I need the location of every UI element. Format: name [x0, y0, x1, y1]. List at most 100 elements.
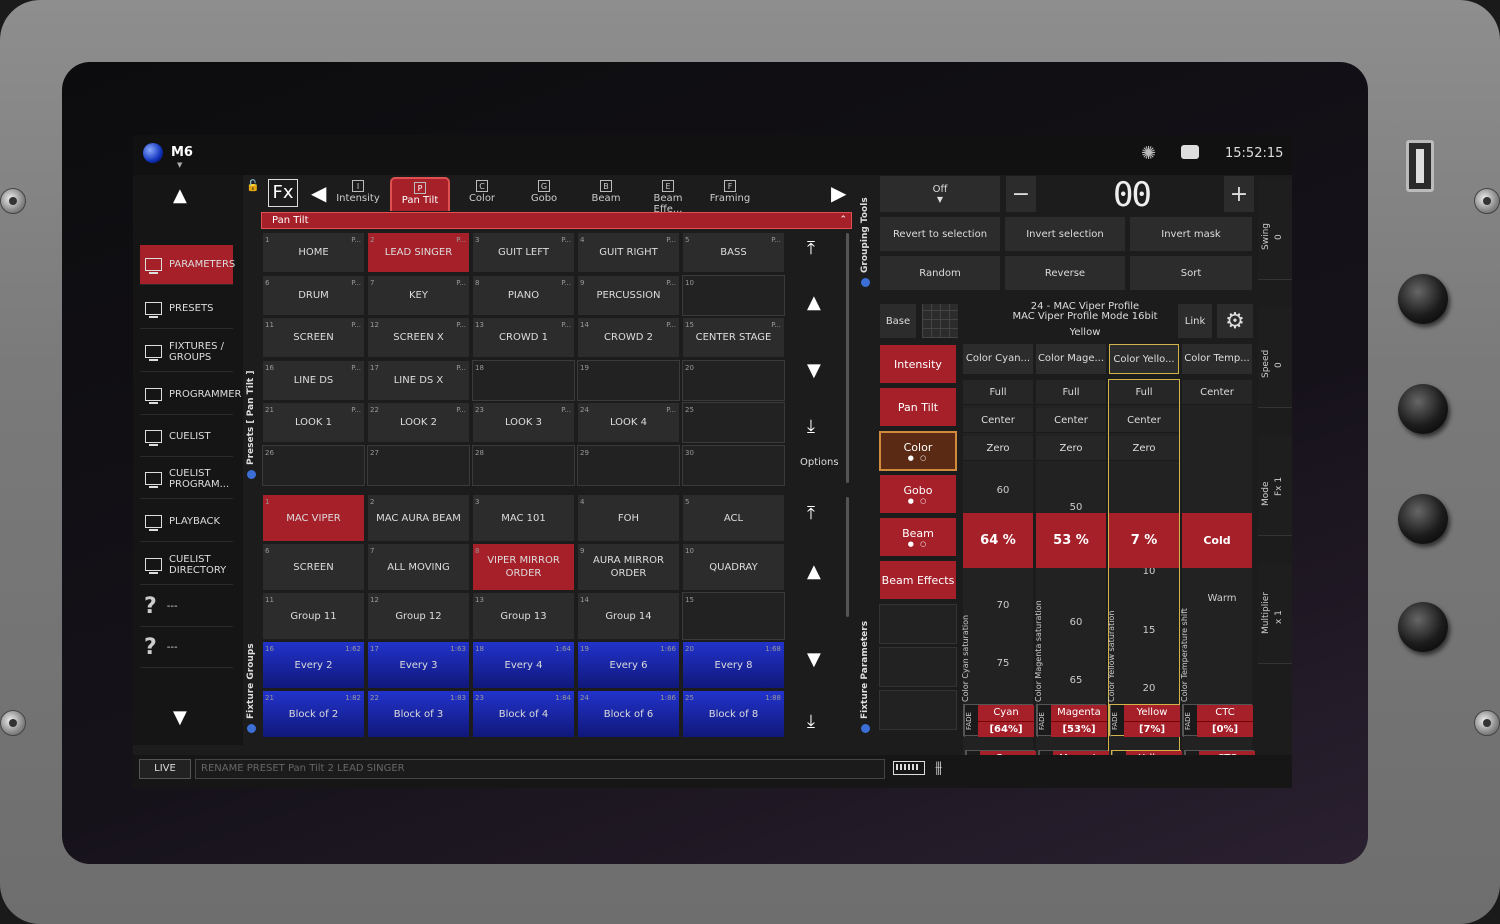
param-empty-2[interactable] [879, 690, 957, 730]
param-empty-1[interactable] [879, 647, 957, 687]
fader-preset-button[interactable]: Center [1109, 408, 1179, 433]
presetgrid-cell[interactable]: 3 P... GUIT LEFT [472, 232, 575, 273]
groupgrid-cell[interactable]: 2 MAC AURA BEAM [367, 494, 470, 542]
message-icon[interactable] [1181, 145, 1199, 159]
keyboard-icon[interactable] [893, 761, 925, 775]
groupgrid-cell[interactable]: 8 VIPER MIRROR ORDER [472, 543, 575, 591]
groups-scroll-up-icon[interactable]: ▲ [807, 561, 821, 582]
tab-0[interactable]: I Intensity [328, 177, 388, 211]
presetgrid-cell[interactable]: 6 P... DRUM [262, 274, 365, 316]
groupgrid-cell[interactable]: 7 ALL MOVING [367, 543, 470, 591]
presetgrid-cell[interactable]: 25 [682, 402, 785, 443]
groupgrid-cell[interactable]: 10 QUADRAY [682, 543, 785, 591]
plus-button[interactable]: + [1223, 175, 1255, 213]
groupgrid-cell[interactable]: 9 AURA MIRROR ORDER [577, 543, 680, 591]
groupgrid-cell[interactable]: 19 1:66 Every 6 [577, 641, 680, 689]
nav-item-2[interactable]: FIXTURES / GROUPS [140, 332, 233, 372]
presetgrid-cell[interactable]: 1 P... HOME [262, 232, 365, 273]
encoder-2[interactable]: Mode Fx 1 [1258, 436, 1292, 536]
tab-1[interactable]: P Pan Tilt [390, 177, 450, 211]
groupgrid-cell[interactable]: 4 FOH [577, 494, 680, 542]
fader-chip-2[interactable]: FADE Yellow [7%] [1109, 704, 1180, 737]
fader-header-3[interactable]: Color Temp... [1182, 344, 1252, 374]
presetgrid-cell[interactable]: 28 [472, 444, 575, 486]
reverse-button[interactable]: Reverse [1004, 255, 1126, 291]
tab-5[interactable]: E Beam Effe... [638, 177, 698, 215]
groupgrid-cell[interactable]: 17 1:63 Every 3 [367, 641, 470, 689]
presetgrid-cell[interactable]: 10 [682, 274, 785, 316]
settings-gear-icon[interactable]: ⚙ [1216, 303, 1254, 339]
revert-selection-button[interactable]: Revert to selection [879, 216, 1001, 252]
presetgrid-cell[interactable]: 17 P... LINE DS X [367, 359, 470, 401]
presetgrid-cell[interactable]: 26 [262, 444, 365, 486]
groupgrid-cell[interactable]: 1 MAC VIPER [262, 494, 365, 542]
fader-preset-button[interactable]: Center [963, 408, 1033, 433]
tab-6[interactable]: F Framing [700, 177, 760, 211]
param-button-4[interactable]: Beam ● ○ [879, 517, 957, 557]
fader-preset-button[interactable]: Zero [1036, 436, 1106, 461]
encoder-3[interactable]: Multiplier x 1 [1258, 564, 1292, 664]
presetgrid-cell[interactable]: 16 P... LINE DS [262, 359, 365, 401]
presetgrid-cell[interactable]: 19 [577, 359, 680, 401]
nav-item-4[interactable]: CUELIST [140, 417, 233, 457]
groupgrid-cell[interactable]: 13 Group 13 [472, 592, 575, 640]
presetgrid-cell[interactable]: 29 [577, 444, 680, 486]
command-line-input[interactable]: RENAME PRESET Pan Tilt 2 LEAD SINGER [195, 759, 885, 779]
presets-scrollbar[interactable] [846, 233, 849, 483]
groupgrid-cell[interactable]: 16 1:62 Every 2 [262, 641, 365, 689]
presetgrid-cell[interactable]: 30 [682, 444, 785, 486]
scroll-top-icon[interactable]: ⤒ [807, 238, 815, 259]
param-button-1[interactable]: Pan Tilt [879, 387, 957, 427]
options-button[interactable]: Options [800, 457, 839, 468]
grid-view-icon[interactable] [921, 303, 959, 339]
presetgrid-cell[interactable]: 27 [367, 444, 470, 486]
fader-preset-button[interactable]: Full [1036, 380, 1106, 405]
collapse-icon[interactable]: ⌃ [839, 213, 847, 228]
groupgrid-cell[interactable]: 20 1:68 Every 8 [682, 641, 785, 689]
param-button-5[interactable]: Beam Effects [879, 560, 957, 600]
tabs-right-arrow-icon[interactable]: ▶ [831, 181, 846, 205]
nav-item-7[interactable]: CUELIST DIRECTORY [140, 545, 233, 585]
app-title[interactable]: M6 [171, 145, 193, 160]
presetgrid-cell[interactable]: 2 P... LEAD SINGER [367, 232, 470, 273]
presetgrid-cell[interactable]: 7 P... KEY [367, 274, 470, 316]
presetgrid-cell[interactable]: 21 P... LOOK 1 [262, 402, 365, 443]
off-dropdown[interactable]: Off ▼ [879, 175, 1001, 213]
encoder-1[interactable]: Speed 0 [1258, 308, 1292, 408]
app-logo-icon[interactable] [143, 143, 163, 163]
presetgrid-cell[interactable]: 22 P... LOOK 2 [367, 402, 470, 443]
scroll-up-icon[interactable]: ▲ [807, 292, 821, 313]
groupgrid-cell[interactable]: 23 1:84 Block of 4 [472, 690, 575, 738]
tabs-left-arrow-icon[interactable]: ◀ [311, 181, 326, 205]
groups-scroll-bottom-icon[interactable]: ⤓ [807, 711, 815, 732]
presetgrid-cell[interactable]: 24 P... LOOK 4 [577, 402, 680, 443]
fader-preset-button[interactable]: Center [1182, 380, 1252, 405]
param-empty-0[interactable] [879, 604, 957, 644]
nav-item-8[interactable]: ? --- [140, 587, 233, 627]
scroll-down-icon[interactable]: ▼ [807, 360, 821, 381]
groupgrid-cell[interactable]: 24 1:86 Block of 6 [577, 690, 680, 738]
presetgrid-cell[interactable]: 13 P... CROWD 1 [472, 317, 575, 358]
encoder-knob-1[interactable] [1398, 274, 1448, 324]
groupgrid-cell[interactable]: 14 Group 14 [577, 592, 680, 640]
groupgrid-cell[interactable]: 22 1:83 Block of 3 [367, 690, 470, 738]
groupgrid-cell[interactable]: 21 1:82 Block of 2 [262, 690, 365, 738]
fader-preset-button[interactable]: Center [1036, 408, 1106, 433]
fader-preset-button[interactable]: Zero [963, 436, 1033, 461]
minus-button[interactable]: − [1005, 175, 1037, 213]
groupgrid-cell[interactable]: 12 Group 12 [367, 592, 470, 640]
sort-button[interactable]: Sort [1129, 255, 1253, 291]
groups-scroll-down-icon[interactable]: ▼ [807, 649, 821, 670]
param-button-0[interactable]: Intensity [879, 344, 957, 384]
nav-item-3[interactable]: PROGRAMMER [140, 375, 242, 415]
nav-item-9[interactable]: ? --- [140, 628, 233, 668]
mixer-icon[interactable]: ⫵ [935, 757, 942, 777]
groupgrid-cell[interactable]: 5 ACL [682, 494, 785, 542]
groupgrid-cell[interactable]: 6 SCREEN [262, 543, 365, 591]
fader-header-2[interactable]: Color Yello... [1109, 344, 1179, 374]
nav-up-arrow-icon[interactable]: ▲ [173, 185, 187, 206]
presetgrid-cell[interactable]: 4 P... GUIT RIGHT [577, 232, 680, 273]
fader-preset-button[interactable]: Full [1109, 380, 1179, 405]
encoder-knob-3[interactable] [1398, 494, 1448, 544]
link-button[interactable]: Link [1177, 303, 1213, 339]
